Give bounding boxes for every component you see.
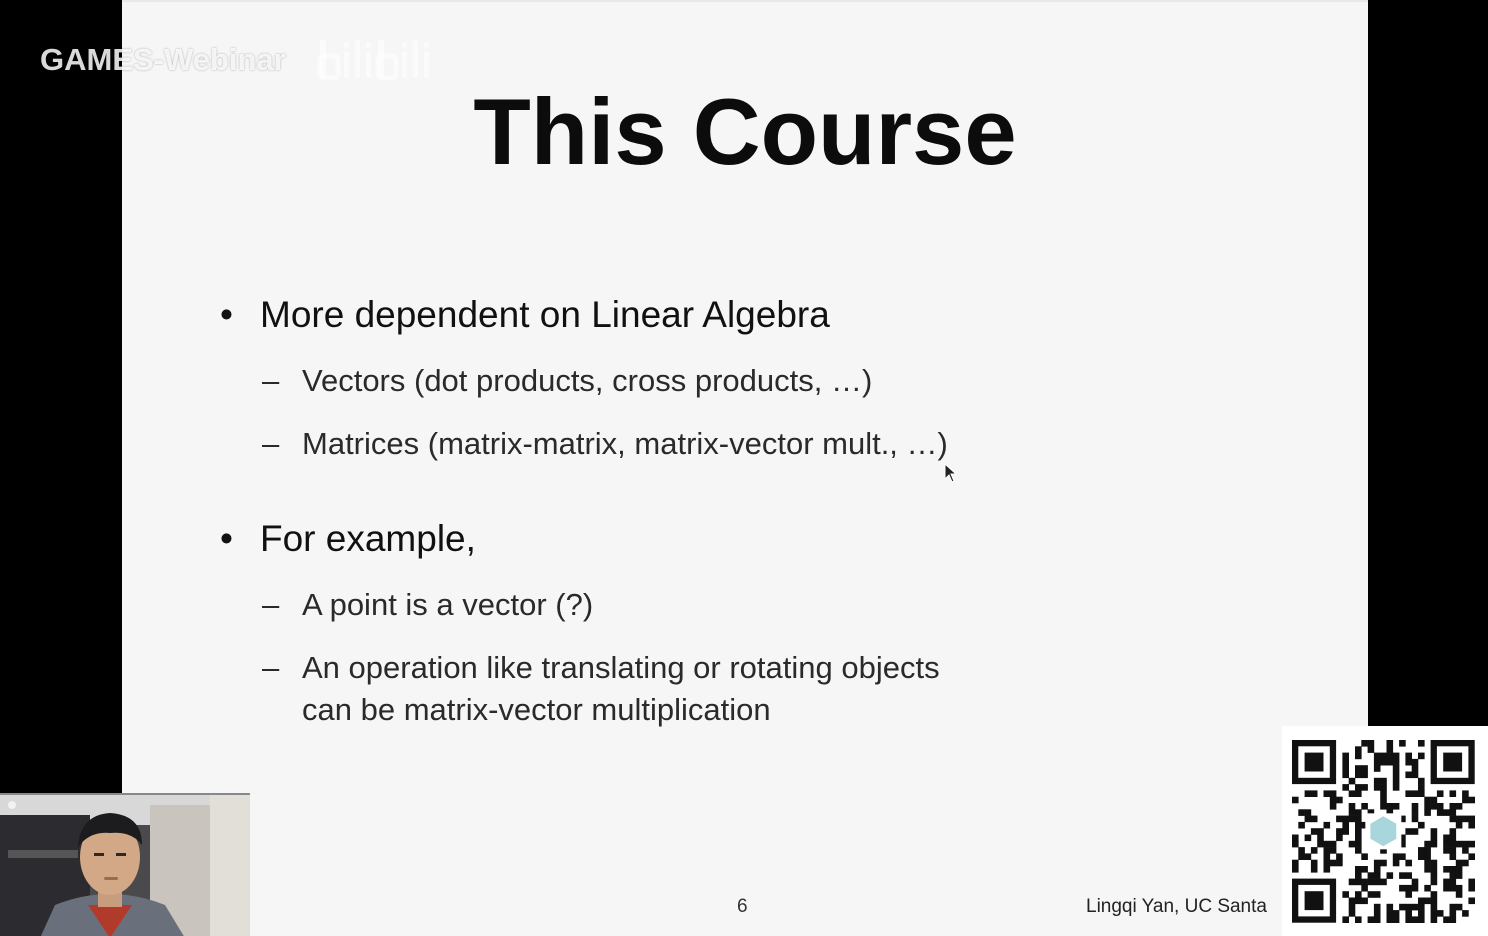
bullet-dot: • (220, 294, 233, 335)
qr-code (1282, 726, 1488, 936)
sub-text: A point is a vector (?) (302, 587, 594, 622)
channel-watermark: GAMES-Webinar (40, 42, 286, 77)
slide-footer-credit: Lingqi Yan, UC Santa (1086, 896, 1267, 917)
sub-dash: – (262, 363, 280, 398)
presentation-slide: This Course • More dependent on Linear A… (122, 0, 1368, 936)
presenter-webcam (0, 793, 250, 936)
sub-text: An operation like translating or rotatin… (302, 650, 940, 685)
bilibili-logo-icon (317, 40, 429, 81)
bullet-dot: • (220, 518, 233, 559)
bullet-text: More dependent on Linear Algebra (260, 294, 830, 335)
sub-text: Matrices (matrix-matrix, matrix-vector m… (302, 426, 948, 461)
sub-dash: – (262, 426, 280, 461)
sub-dash: – (262, 650, 280, 685)
sub-text: Vectors (dot products, cross products, …… (302, 363, 873, 398)
qr-code-icon (1292, 740, 1475, 923)
sub-dash: – (262, 587, 280, 622)
slide-top-edge (122, 0, 1368, 2)
sub-text: can be matrix-vector multiplication (302, 692, 771, 727)
bullet-text: For example, (260, 518, 476, 559)
mouse-cursor-icon (944, 463, 958, 483)
video-frame: This Course • More dependent on Linear A… (0, 0, 1488, 936)
slide-title: This Course (473, 79, 1017, 184)
presenter-video-image (0, 795, 250, 936)
slide-page-number: 6 (737, 896, 748, 917)
